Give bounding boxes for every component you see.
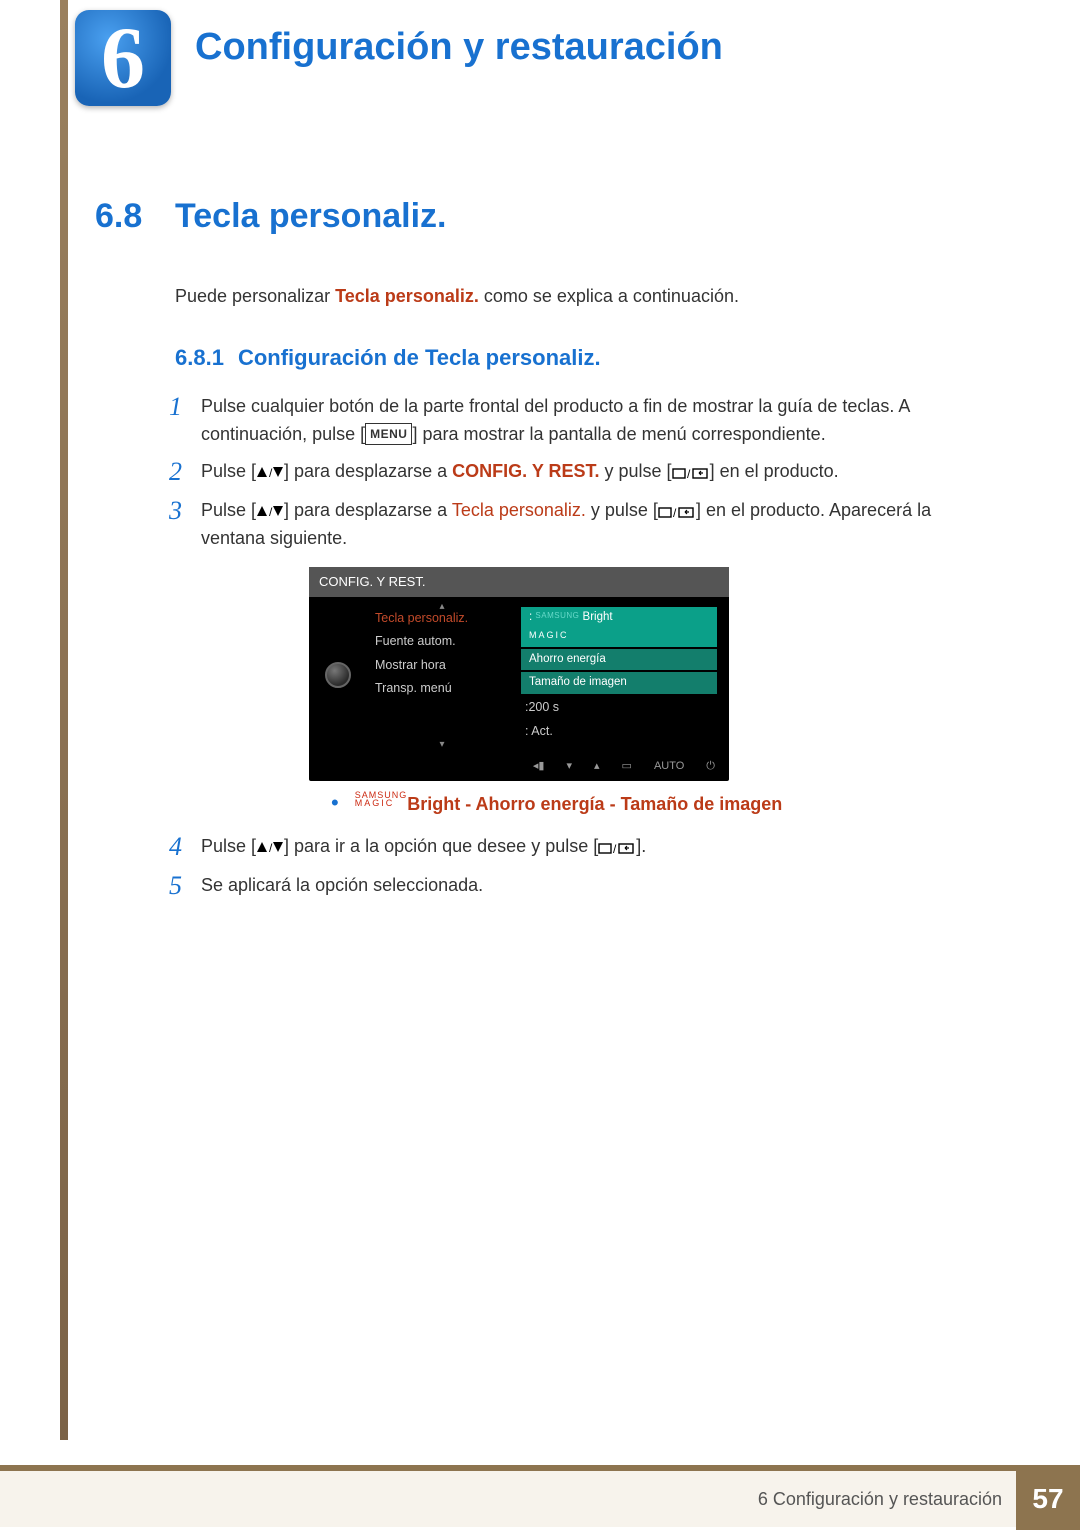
- osd-popup-opt2: Ahorro energía: [521, 649, 717, 671]
- osd-menu-right: : SAMSUNG BrightMAGIC Ahorro energía Tam…: [517, 603, 729, 747]
- opt2: Ahorro energía: [476, 794, 605, 814]
- osd-brand-small: SAMSUNG: [535, 611, 579, 620]
- section-heading: 6.8Tecla personaliz.: [95, 190, 995, 243]
- enter-icon: /: [672, 466, 710, 480]
- s4a: Pulse [: [201, 836, 256, 856]
- up-down-icon: /: [256, 465, 284, 479]
- s2-target: CONFIG. Y REST.: [452, 461, 599, 481]
- section-number: 6.8: [95, 190, 175, 243]
- svg-text:/: /: [673, 506, 677, 519]
- step-num-1: 1: [169, 393, 201, 422]
- footer-text: 6 Configuración y restauración: [758, 1489, 1002, 1510]
- step-2: 2 Pulse [ / ] para desplazarse a CONFIG. Y…: [169, 458, 995, 487]
- step-1: 1 Pulse cualquier botón de la parte fron…: [169, 393, 995, 449]
- osd-power-icon: ⏻: [706, 758, 715, 775]
- subsection-number: 6.8.1: [175, 345, 224, 370]
- options-bullet: • SAMSUNGMAGICBright - Ahorro energía - …: [331, 791, 995, 819]
- osd-up-icon: ▴: [594, 758, 600, 775]
- page-footer: 6 Configuración y restauración 57: [0, 1465, 1080, 1527]
- page-content: 6.8Tecla personaliz. Puede personalizar …: [95, 190, 995, 910]
- osd-brand-big: MAGIC: [529, 630, 569, 640]
- osd-title: CONFIG. Y REST.: [309, 567, 729, 597]
- svg-text:/: /: [269, 841, 273, 854]
- step-5: 5 Se aplicará la opción seleccionada.: [169, 872, 995, 901]
- osd-item: Transp. menú: [369, 677, 515, 700]
- osd-back-icon: ◂▮: [533, 758, 545, 775]
- intro-text: Puede personalizar Tecla personaliz. com…: [175, 283, 995, 311]
- intro-bold: Tecla personaliz.: [335, 286, 479, 306]
- step-5-body: Se aplicará la opción seleccionada.: [201, 872, 995, 900]
- options-text: SAMSUNGMAGICBright - Ahorro energía - Ta…: [355, 791, 783, 819]
- s3-target: Tecla personaliz.: [452, 500, 586, 520]
- osd-item-selected: Tecla personaliz.: [369, 607, 515, 630]
- subsection-title: Configuración de Tecla personaliz.: [238, 345, 601, 370]
- osd-popup-opt3: Tamaño de imagen: [521, 672, 717, 694]
- step-4-body: Pulse [ / ] para ir a la opción que desee …: [201, 833, 995, 861]
- menu-button-label: MENU: [365, 423, 412, 446]
- s2d: ] en el producto.: [710, 461, 839, 481]
- step1-b: ] para mostrar la pantalla de menú corre…: [412, 424, 825, 444]
- step-1-body: Pulse cualquier botón de la parte fronta…: [201, 393, 995, 449]
- osd-auto-label: AUTO: [654, 758, 684, 775]
- osd-popup-opt1: : SAMSUNG BrightMAGIC: [521, 607, 717, 647]
- s4b: ] para ir a la opción que desee y pulse …: [284, 836, 598, 856]
- s4c: ].: [636, 836, 646, 856]
- enter-icon: /: [598, 841, 636, 855]
- osd-down-icon: ▾: [566, 758, 572, 775]
- intro-post: como se explica a continuación.: [479, 286, 739, 306]
- s3b: ] para desplazarse a: [284, 500, 452, 520]
- step-num-5: 5: [169, 872, 201, 901]
- brand-small: SAMSUNGMAGIC: [355, 791, 408, 807]
- osd-enter-icon: ▭: [622, 758, 632, 775]
- step-num-2: 2: [169, 458, 201, 487]
- osd-item: Fuente autom.: [369, 630, 515, 653]
- up-down-icon: /: [256, 504, 284, 518]
- s2a: Pulse [: [201, 461, 256, 481]
- osd-menu-left: Tecla personaliz. Fuente autom. Mostrar …: [367, 603, 517, 747]
- svg-text:/: /: [687, 467, 691, 480]
- s3a: Pulse [: [201, 500, 256, 520]
- bullet-dot-icon: •: [331, 795, 339, 810]
- sep: -: [460, 794, 475, 814]
- section-title: Tecla personaliz.: [175, 197, 446, 235]
- osd-value: : Act.: [521, 720, 717, 743]
- osd-value: :200 s: [521, 696, 717, 719]
- svg-text:/: /: [269, 466, 273, 479]
- up-down-icon: /: [256, 840, 284, 854]
- opt3: Tamaño de imagen: [621, 794, 783, 814]
- osd-opt1: Bright: [583, 611, 613, 623]
- subsection-heading: 6.8.1 Configuración de Tecla personaliz.: [175, 341, 995, 375]
- step-num-3: 3: [169, 497, 201, 526]
- chapter-badge: 6: [75, 10, 171, 106]
- s2c: y pulse [: [600, 461, 672, 481]
- sep: -: [605, 794, 621, 814]
- osd-screenshot: CONFIG. Y REST. Tecla personaliz. Fuente…: [309, 567, 995, 781]
- step-3-body: Pulse [ / ] para desplazarse a Tecla perso…: [201, 497, 995, 823]
- step-2-body: Pulse [ / ] para desplazarse a CONFIG. Y R…: [201, 458, 995, 486]
- step-num-4: 4: [169, 833, 201, 862]
- svg-text:/: /: [269, 505, 273, 518]
- page-number: 57: [1016, 1468, 1080, 1530]
- intro-pre: Puede personalizar: [175, 286, 335, 306]
- sidebar-stripe: [60, 0, 68, 1440]
- osd-footer-icons: ◂▮ ▾ ▴ ▭ AUTO ⏻: [309, 755, 729, 777]
- chapter-title: Configuración y restauración: [195, 26, 723, 69]
- steps-list: 1 Pulse cualquier botón de la parte fron…: [169, 393, 995, 901]
- osd-dial-icon: [309, 603, 367, 747]
- step-3: 3 Pulse [ / ] para desplazarse a Tecla per…: [169, 497, 995, 823]
- svg-text:/: /: [613, 842, 617, 855]
- s3c: y pulse [: [586, 500, 658, 520]
- opt1: Bright: [407, 794, 460, 814]
- s2b: ] para desplazarse a: [284, 461, 452, 481]
- osd-item: Mostrar hora: [369, 654, 515, 677]
- step-4: 4 Pulse [ / ] para ir a la opción que dese…: [169, 833, 995, 862]
- enter-icon: /: [658, 505, 696, 519]
